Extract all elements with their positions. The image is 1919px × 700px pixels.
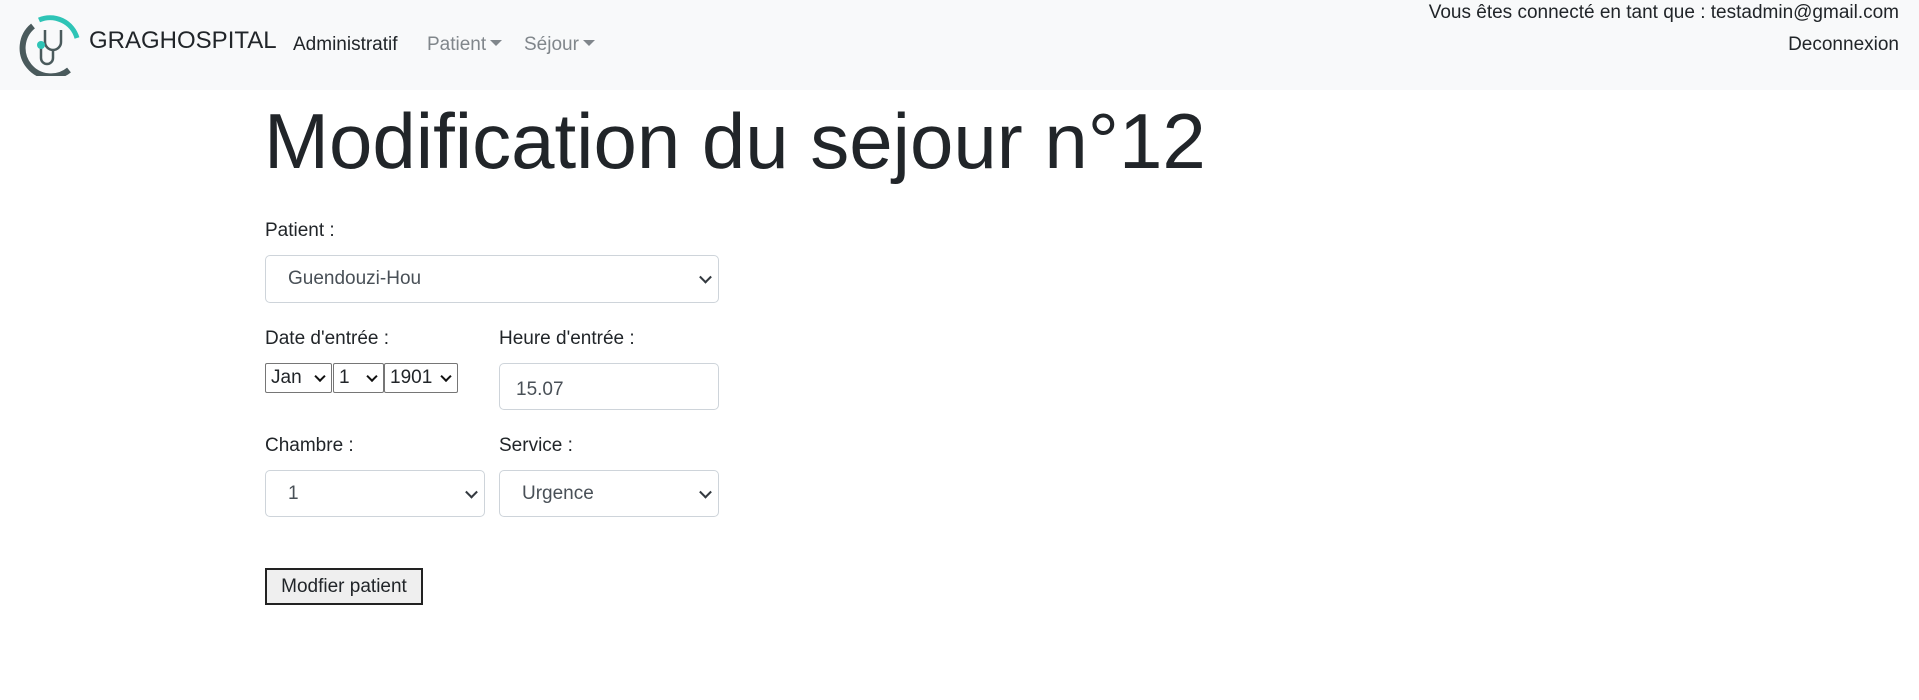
nav-sejour-label: Séjour — [524, 34, 579, 55]
logged-in-user: Vous êtes connecté en tant que : testadm… — [1428, 2, 1899, 23]
day-value: 1 — [339, 367, 350, 388]
brand-name[interactable]: GRAGHOSPITAL — [89, 27, 277, 55]
submit-button[interactable]: Modfier patient — [265, 568, 423, 605]
heure-input[interactable]: 15.07 — [499, 363, 719, 410]
chevron-down-icon — [440, 370, 452, 383]
nav-patient-label: Patient — [427, 34, 487, 55]
chambre-value: 1 — [288, 482, 299, 504]
page-title: Modification du sejour n°12 — [264, 97, 1206, 185]
chevron-down-icon — [699, 270, 712, 284]
heure-label: Heure d'entrée : — [499, 328, 635, 349]
patient-label: Patient : — [265, 220, 335, 241]
nav-sejour-dropdown[interactable]: Séjour — [524, 34, 595, 56]
stethoscope-logo-icon[interactable] — [19, 12, 83, 76]
service-label: Service : — [499, 435, 573, 456]
service-select[interactable]: Urgence — [499, 470, 719, 517]
chevron-down-icon — [465, 485, 478, 499]
heure-value: 15.07 — [516, 378, 564, 400]
year-value: 1901 — [390, 367, 433, 388]
caret-down-icon — [582, 40, 595, 46]
date-month-select[interactable]: Jan — [265, 363, 332, 393]
month-value: Jan — [271, 367, 302, 388]
nav-patient-dropdown[interactable]: Patient — [427, 34, 503, 56]
date-year-select[interactable]: 1901 — [384, 363, 458, 393]
nav-administratif[interactable]: Administratif — [293, 34, 398, 56]
patient-select[interactable]: Guendouzi-Hou — [265, 255, 719, 303]
service-value: Urgence — [522, 482, 594, 504]
date-label: Date d'entrée : — [265, 328, 390, 349]
chevron-down-icon — [366, 370, 378, 383]
logout-link[interactable]: Deconnexion — [1788, 34, 1899, 56]
chambre-select[interactable]: 1 — [265, 470, 485, 517]
caret-down-icon — [490, 40, 503, 46]
chambre-label: Chambre : — [265, 435, 354, 456]
date-day-select[interactable]: 1 — [333, 363, 384, 393]
patient-value: Guendouzi-Hou — [288, 268, 422, 289]
navbar: GRAGHOSPITAL Administratif Patient Séjou… — [0, 0, 1919, 90]
chevron-down-icon — [699, 485, 712, 499]
chevron-down-icon — [314, 370, 326, 383]
